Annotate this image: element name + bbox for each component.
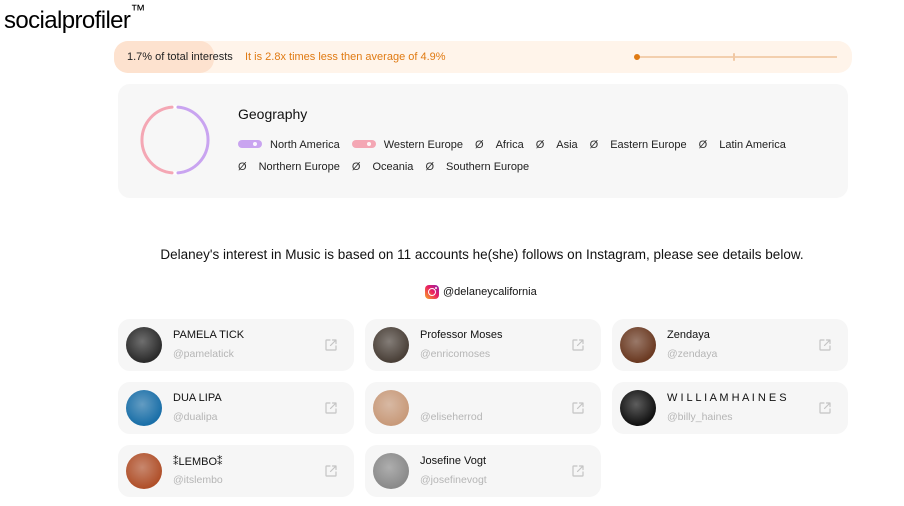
instagram-handle-text: @delaneycalifornia bbox=[443, 286, 537, 298]
avatar bbox=[373, 390, 409, 426]
external-link-icon[interactable] bbox=[571, 464, 585, 478]
external-link-icon[interactable] bbox=[818, 338, 832, 352]
empty-set-icon: Ø bbox=[425, 161, 434, 173]
account-username: @dualipa bbox=[173, 411, 218, 423]
legend-label-oceania: Oceania bbox=[372, 161, 414, 173]
empty-set-icon: Ø bbox=[535, 139, 545, 151]
account-name: ⁑LEMBO⁑ bbox=[173, 456, 223, 468]
account-username: @enricomoses bbox=[420, 348, 491, 360]
external-link-icon[interactable] bbox=[818, 401, 832, 415]
interest-headline: Delaney's interest in Music is based on … bbox=[160, 247, 804, 262]
legend-item-africa: Ø Africa bbox=[475, 134, 524, 156]
account-name: PAMELA TICK bbox=[173, 329, 245, 341]
avatar bbox=[126, 390, 162, 426]
average-marker bbox=[733, 53, 735, 61]
legend-item-northern-europe: Ø Northern Europe bbox=[238, 156, 340, 178]
empty-set-icon: Ø bbox=[351, 161, 361, 173]
external-link-icon[interactable] bbox=[324, 338, 338, 352]
legend-item-eastern-europe: Ø Eastern Europe bbox=[590, 134, 687, 156]
instagram-handle[interactable]: @delaneycalifornia bbox=[425, 285, 537, 299]
legend-label-latin-america: Latin America bbox=[719, 139, 786, 151]
account-username: @billy_haines bbox=[667, 411, 733, 423]
external-link-icon[interactable] bbox=[571, 401, 585, 415]
instagram-icon bbox=[425, 285, 439, 299]
account-card[interactable]: W I L L I A M H A I N E S @billy_haines bbox=[612, 382, 848, 434]
avatar bbox=[126, 453, 162, 489]
account-card[interactable]: DUA LIPA @dualipa bbox=[118, 382, 354, 434]
account-name: Josefine Vogt bbox=[420, 455, 487, 467]
account-name: W I L L I A M H A I N E S bbox=[667, 392, 787, 404]
legend-label-southern-europe: Southern Europe bbox=[446, 161, 530, 173]
geography-title: Geography bbox=[238, 106, 308, 122]
account-card[interactable]: Zendaya @zendaya bbox=[612, 319, 848, 371]
empty-set-icon: Ø bbox=[698, 139, 708, 151]
account-username: @eliseherrod bbox=[420, 411, 483, 423]
account-username: @josefinevogt bbox=[420, 474, 487, 486]
account-name: Zendaya bbox=[667, 329, 710, 341]
avatar bbox=[126, 327, 162, 363]
legend-label-eastern-europe: Eastern Europe bbox=[610, 139, 687, 151]
legend-item-western-europe: Western Europe bbox=[351, 134, 463, 156]
legend-swatch-north-america bbox=[238, 140, 262, 148]
account-card[interactable]: @eliseherrod bbox=[365, 382, 601, 434]
empty-set-icon: Ø bbox=[589, 139, 599, 151]
donut-segment-western-europe bbox=[140, 105, 174, 175]
account-username: @itslembo bbox=[173, 474, 223, 486]
avatar bbox=[373, 327, 409, 363]
legend-label-north-america: North America bbox=[270, 139, 340, 151]
geography-card: Geography North America Western Europe Ø Af… bbox=[118, 84, 848, 198]
share-marker bbox=[634, 54, 640, 60]
legend-item-asia: Ø Asia bbox=[536, 134, 578, 156]
donut-segment-north-america bbox=[176, 105, 210, 175]
legend-label-northern-europe: Northern Europe bbox=[258, 161, 340, 173]
account-username: @pamelatick bbox=[173, 348, 234, 360]
logo[interactable]: socialprofiler™ bbox=[4, 0, 145, 36]
legend-item-southern-europe: Ø Southern Europe bbox=[425, 156, 529, 178]
account-name: DUA LIPA bbox=[173, 392, 222, 404]
geography-legend: North America Western Europe Ø Africa Ø Asia Ø… bbox=[238, 134, 838, 178]
account-card[interactable]: ⁑LEMBO⁑ @itslembo bbox=[118, 445, 354, 497]
external-link-icon[interactable] bbox=[571, 338, 585, 352]
interest-share-bar: 1.7% of total interests It is 2.8x times… bbox=[114, 41, 852, 73]
trademark: ™ bbox=[130, 2, 145, 19]
empty-set-icon: Ø bbox=[238, 161, 247, 173]
share-track bbox=[637, 56, 837, 58]
share-text: 1.7% of total interests bbox=[127, 51, 233, 63]
legend-item-north-america: North America bbox=[238, 134, 340, 156]
external-link-icon[interactable] bbox=[324, 464, 338, 478]
brand-name: socialprofiler bbox=[4, 7, 131, 34]
legend-swatch-western-europe bbox=[351, 140, 376, 148]
account-card[interactable]: Professor Moses @enricomoses bbox=[365, 319, 601, 371]
geography-donut bbox=[140, 105, 210, 175]
account-username: @zendaya bbox=[667, 348, 718, 360]
legend-label-africa: Africa bbox=[495, 139, 524, 151]
avatar bbox=[620, 390, 656, 426]
external-link-icon[interactable] bbox=[324, 401, 338, 415]
account-name: Professor Moses bbox=[420, 329, 503, 341]
empty-set-icon: Ø bbox=[475, 139, 484, 151]
account-card[interactable]: PAMELA TICK @pamelatick bbox=[118, 319, 354, 371]
legend-item-latin-america: Ø Latin America bbox=[699, 134, 786, 156]
legend-label-western-europe: Western Europe bbox=[383, 139, 463, 151]
legend-item-oceania: Ø Oceania bbox=[352, 156, 414, 178]
avatar bbox=[373, 453, 409, 489]
comparison-text: It is 2.8x times less then average of 4.… bbox=[245, 51, 446, 63]
legend-label-asia: Asia bbox=[556, 139, 578, 151]
account-card[interactable]: Josefine Vogt @josefinevogt bbox=[365, 445, 601, 497]
avatar bbox=[620, 327, 656, 363]
